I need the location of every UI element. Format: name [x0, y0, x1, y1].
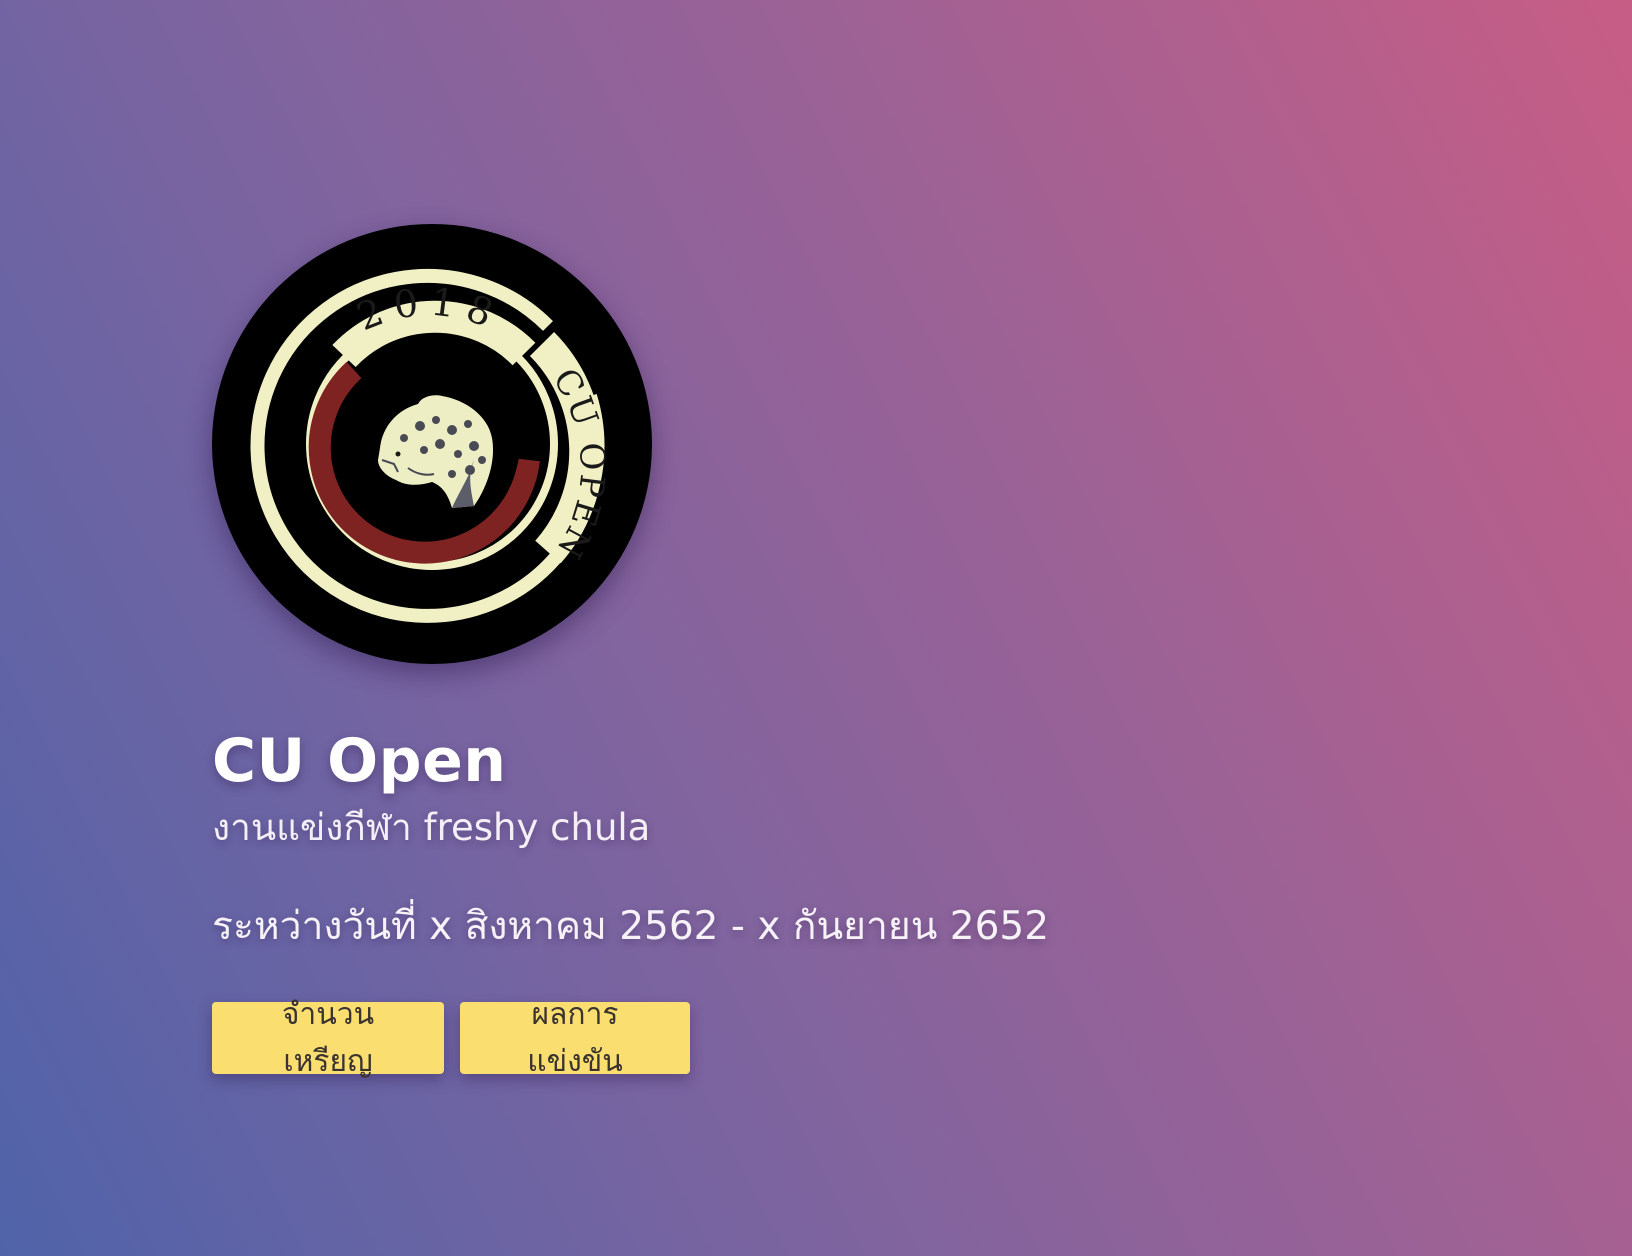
page-subtitle: งานแข่งกีฬา freshy chula [212, 806, 651, 849]
hero-section: 2018 CU OPEN CU Open งานแข่งกีฬา freshy … [212, 224, 1112, 1079]
competition-results-button[interactable]: ผลการแข่งขัน [460, 997, 690, 1079]
cu-open-logo: 2018 CU OPEN [212, 224, 652, 664]
medal-count-button[interactable]: จำนวนเหรียญ [212, 997, 444, 1079]
event-dates: ระหว่างวันที่ x สิงหาคม 2562 - x กันยายน… [212, 904, 1050, 949]
page-title: CU Open [212, 726, 507, 796]
leopard-emblem-icon: 2018 CU OPEN [212, 224, 652, 664]
action-buttons: จำนวนเหรียญ ผลการแข่งขัน [212, 997, 1112, 1079]
